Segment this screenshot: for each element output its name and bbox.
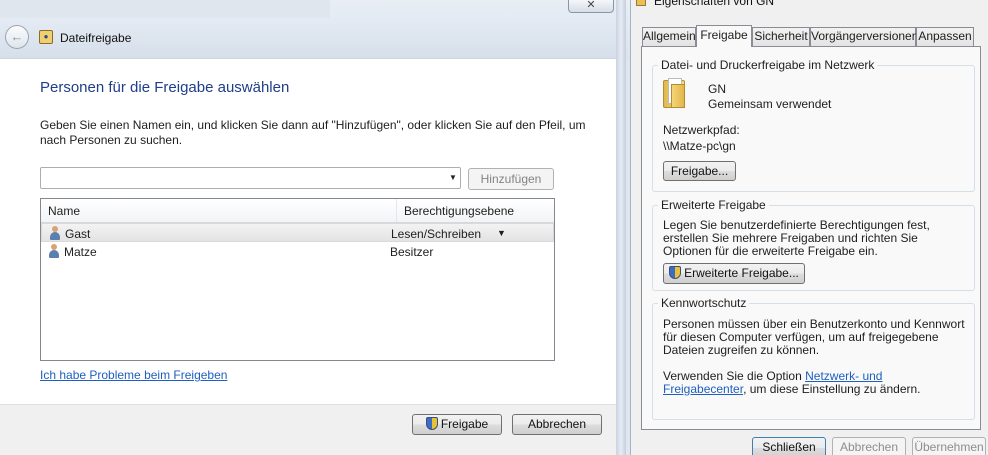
tab-security[interactable]: Sicherheit	[752, 27, 810, 46]
advanced-sharing-button[interactable]: Erweiterte Freigabe...	[663, 263, 805, 284]
list-item[interactable]: Matze Besitzer	[41, 242, 554, 261]
window-divider	[616, 0, 626, 455]
instructions-text: Geben Sie einen Namen ein, und klicken S…	[40, 118, 586, 147]
cancel-button[interactable]: Abbrechen	[512, 414, 602, 435]
share-status: Gemeinsam verwendet	[708, 97, 832, 111]
user-name: Matze	[64, 245, 97, 259]
network-path-value: \\Matze-pc\gn	[663, 139, 736, 153]
share-button[interactable]: Freigabe	[412, 414, 502, 435]
properties-cancel-button[interactable]: Abbrechen	[832, 437, 906, 455]
password-protection-hint: Verwenden Sie die Option Netzwerk- und F…	[663, 370, 968, 396]
back-arrow-icon[interactable]: ←	[5, 25, 29, 49]
advanced-sharing-description: Legen Sie benutzerdefinierte Berechtigun…	[663, 218, 930, 258]
advanced-sharing-button-label: Erweiterte Freigabe...	[684, 266, 799, 280]
open-share-dialog-button[interactable]: Freigabe...	[663, 161, 736, 181]
person-search-input[interactable]	[40, 167, 461, 189]
shared-folder-icon	[663, 78, 685, 108]
password-protection-group-title: Kennwortschutz	[658, 296, 750, 310]
tab-customize[interactable]: Anpassen	[916, 27, 974, 46]
hint-text-before: Verwenden Sie die Option	[663, 369, 806, 383]
close-button[interactable]: Schließen	[752, 437, 826, 455]
password-protection-description: Personen müssen über ein Benutzerkonto u…	[663, 317, 965, 357]
add-person-button[interactable]: Hinzufügen	[468, 168, 554, 190]
background-close-icon[interactable]: ✕	[568, 0, 614, 13]
share-button-label: Freigabe	[440, 417, 489, 431]
share-users-icon: ●	[39, 30, 53, 44]
user-icon	[48, 244, 60, 258]
dropdown-arrow-icon[interactable]: ▼	[497, 228, 506, 238]
advanced-sharing-group-title: Erweiterte Freigabe	[658, 198, 769, 212]
tab-previous-versions[interactable]: Vorgängerversionen	[810, 27, 918, 46]
column-header-name[interactable]: Name	[41, 199, 397, 222]
user-icon	[49, 226, 61, 240]
uac-shield-icon	[669, 266, 682, 279]
network-path-label: Netzwerkpfad:	[663, 123, 740, 137]
chevron-down-icon[interactable]: ▼	[445, 167, 461, 189]
user-name: Gast	[65, 227, 91, 241]
apply-button[interactable]: Übernehmen	[912, 437, 986, 455]
properties-title: Eigenschaften von GN	[654, 0, 775, 8]
hint-text-after: , um diese Einstellung zu ändern.	[743, 382, 921, 396]
tab-general[interactable]: Allgemein	[642, 27, 696, 46]
permission-level-dropdown[interactable]: Lesen/Schreiben	[391, 227, 481, 241]
uac-shield-icon	[425, 417, 438, 430]
folder-icon	[636, 0, 646, 6]
tab-sharing[interactable]: Freigabe	[696, 25, 752, 47]
share-name: GN	[708, 82, 726, 96]
list-item[interactable]: Gast Lesen/Schreiben ▼	[41, 223, 554, 242]
column-header-permission[interactable]: Berechtigungsebene	[397, 199, 554, 222]
page-title: Personen für die Freigabe auswählen	[40, 79, 290, 96]
permission-level-text: Besitzer	[390, 245, 434, 259]
sharing-help-link[interactable]: Ich habe Probleme beim Freigeben	[40, 368, 227, 382]
share-dialog-title: Dateifreigabe	[60, 31, 132, 45]
network-sharing-group-title: Datei- und Druckerfreigabe im Netzwerk	[658, 58, 878, 72]
